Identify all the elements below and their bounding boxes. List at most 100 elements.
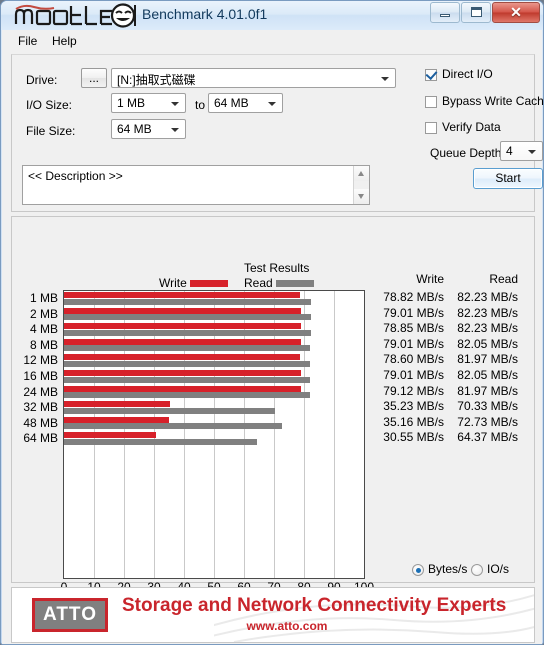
y-axis-tick-label: 2 MB [29, 306, 58, 321]
read-value: 82.05 MB/s [457, 368, 518, 382]
drive-label: Drive: [26, 73, 58, 87]
read-value: 82.23 MB/s [457, 321, 518, 336]
radio-icon [471, 564, 483, 576]
chart-bar-row [64, 322, 364, 338]
minimize-button[interactable] [430, 2, 460, 23]
client-area: Drive: ... [N:]抽取式磁碟 I/O Size: 1 MB to 6… [2, 50, 544, 644]
queue-depth-select[interactable]: 4 [500, 141, 543, 161]
menu-item-help[interactable]: Help [47, 33, 82, 49]
y-axis-tick-label: 64 MB [23, 431, 58, 446]
radio-icon [412, 564, 424, 576]
read-bar [64, 376, 311, 383]
table-header-write: Write [416, 272, 444, 286]
scroll-down-icon[interactable] [354, 189, 369, 204]
table-row: 30.55 MB/s 64.37 MB/s [382, 430, 522, 446]
y-axis-tick-label: 48 MB [23, 415, 58, 430]
chart-bar-row [64, 431, 364, 447]
read-bar [64, 314, 311, 321]
table-row: 78.85 MB/s 82.23 MB/s [382, 321, 522, 337]
unit-bytes-label: Bytes/s [428, 562, 468, 576]
close-icon: ✕ [510, 4, 522, 20]
read-value: 82.05 MB/s [457, 336, 518, 351]
write-bar [64, 354, 300, 361]
write-value: 79.01 MB/s [383, 368, 444, 382]
start-button[interactable]: Start [473, 168, 543, 189]
window-title: Benchmark 4.01.0f1 [142, 6, 268, 22]
y-axis-tick-label: 4 MB [29, 322, 58, 337]
drive-select[interactable]: [N:]抽取式磁碟 [111, 68, 396, 88]
atto-logo: ATTO [32, 598, 108, 632]
write-value: 78.85 MB/s [383, 321, 444, 336]
atto-banner: ATTO Storage and Network Connectivity Ex… [11, 587, 535, 643]
read-bar [64, 329, 311, 336]
legend-write-label: Write [159, 276, 187, 290]
checkbox-icon [425, 122, 437, 134]
write-bar [64, 323, 301, 330]
table-row: 79.12 MB/s 81.97 MB/s [382, 384, 522, 400]
table-row: 79.01 MB/s 82.05 MB/s [382, 368, 522, 384]
menu-item-file[interactable]: File [13, 33, 42, 49]
file-size-value: 64 MB [117, 122, 152, 136]
y-axis-tick-label: 32 MB [23, 400, 58, 415]
write-value: 35.23 MB/s [383, 399, 444, 414]
description-input[interactable]: << Description >> [22, 165, 370, 205]
read-bar [64, 360, 310, 367]
write-value: 79.01 MB/s [383, 305, 444, 320]
verify-data-label: Verify Data [442, 120, 501, 134]
write-bar [64, 416, 170, 423]
chevron-down-icon [264, 96, 280, 110]
read-bar [64, 392, 310, 399]
chart-bar-row [64, 291, 364, 307]
chart-bars [64, 291, 364, 447]
close-button[interactable]: ✕ [492, 2, 540, 23]
write-bar [64, 307, 302, 314]
title-bar: Benchmark 4.01.0f1 ✕ [1, 1, 543, 30]
window-controls: ✕ [429, 2, 540, 23]
chart-bar-row [64, 385, 364, 401]
browse-drive-button[interactable]: ... [81, 68, 107, 88]
read-bar [64, 438, 258, 445]
table-row: 35.23 MB/s 70.33 MB/s [382, 399, 522, 415]
read-value: 64.37 MB/s [457, 430, 518, 445]
io-size-to-select[interactable]: 64 MB [208, 93, 283, 113]
write-bar [64, 385, 302, 392]
write-value: 79.01 MB/s [383, 336, 444, 351]
scroll-up-icon[interactable] [354, 166, 369, 181]
chart-bar-row [64, 400, 364, 416]
maximize-button[interactable] [461, 2, 491, 23]
read-bar [64, 423, 283, 430]
chevron-down-icon [167, 122, 183, 136]
read-value: 82.23 MB/s [457, 305, 518, 320]
write-value: 78.82 MB/s [383, 290, 444, 304]
mobile01-watermark [13, 2, 158, 29]
checkbox-icon [425, 96, 437, 108]
read-bar [64, 407, 275, 414]
table-row: 79.01 MB/s 82.23 MB/s [382, 306, 522, 322]
legend-read: Read [244, 276, 314, 290]
settings-group: Drive: ... [N:]抽取式磁碟 I/O Size: 1 MB to 6… [11, 54, 544, 212]
legend-read-label: Read [244, 276, 273, 290]
legend-write-swatch [190, 280, 228, 287]
read-value: 81.97 MB/s [457, 383, 518, 398]
write-value: 30.55 MB/s [383, 430, 444, 445]
write-bar [64, 292, 301, 298]
file-size-label: File Size: [26, 124, 76, 138]
chevron-down-icon [167, 96, 183, 110]
description-text: << Description >> [28, 169, 123, 183]
table-row: 35.16 MB/s 72.73 MB/s [382, 415, 522, 431]
atto-benchmark-window: Benchmark 4.01.0f1 ✕ File Help Drive: ..… [0, 0, 544, 645]
description-scrollbar[interactable] [353, 166, 369, 204]
table-row: 78.82 MB/s 82.23 MB/s [382, 290, 522, 306]
read-bar [64, 345, 311, 352]
io-size-from-select[interactable]: 1 MB [111, 93, 186, 113]
queue-depth-value: 4 [506, 144, 513, 158]
io-to-label: to [195, 98, 206, 112]
direct-io-label: Direct I/O [442, 67, 493, 81]
y-axis-tick-label: 8 MB [29, 337, 58, 352]
results-group: Test Results Write Read 1 MB 2 MB 4 MB 8 MB… [11, 216, 535, 610]
table-header-read: Read [489, 272, 518, 286]
file-size-select[interactable]: 64 MB [111, 119, 186, 139]
legend-read-swatch [276, 280, 314, 287]
chart-bar-row [64, 353, 364, 369]
table-row: 79.01 MB/s 82.05 MB/s [382, 337, 522, 353]
